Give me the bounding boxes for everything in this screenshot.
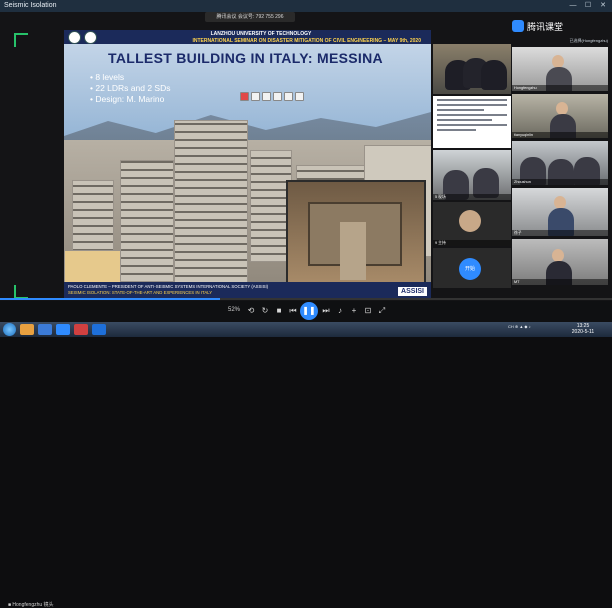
document-tile[interactable] — [433, 96, 511, 148]
messina-tower — [174, 120, 248, 292]
assisi-logo: ASSISI — [398, 287, 427, 296]
tile-caption: tianyuqinlin — [512, 132, 608, 138]
tile-caption: Zhoushun — [512, 179, 608, 185]
tile-caption: Hongfengzhu — [512, 85, 608, 91]
slide-university: LANZHOU UNIVERSITY OF TECHNOLOGY — [210, 31, 312, 37]
windows-taskbar: CH ⊕ ▲ ◆ ♪ 13:25 2020-5-11 — [0, 322, 612, 337]
doc-line — [437, 104, 507, 106]
tile-caption: 徐子 — [512, 230, 608, 236]
stop-icon[interactable]: ■ — [273, 305, 285, 317]
pen-icon[interactable] — [251, 92, 260, 101]
brand-icon — [512, 20, 524, 32]
close-icon[interactable]: ✕ — [596, 0, 610, 12]
more-icon[interactable] — [295, 92, 304, 101]
building — [120, 160, 174, 282]
avatar — [459, 210, 481, 232]
zoom-level[interactable]: 52% — [228, 307, 240, 313]
explorer-icon[interactable] — [20, 324, 34, 335]
meeting-app-icon[interactable] — [56, 324, 70, 335]
volume-icon[interactable]: ♪ — [334, 305, 346, 317]
pause-button[interactable]: ❚❚ — [300, 302, 318, 320]
brand-name: 腾讯课堂 — [527, 21, 564, 32]
doc-line — [437, 114, 507, 116]
annotation-toolbar — [240, 92, 304, 101]
fullscreen-icon[interactable]: ⤢ — [376, 305, 388, 317]
playback-bar: ■ Hongfengzhu 镜头 52% ⟲ ↻ ■ ⏮ ❚❚ ⏭ ♪ + ⊡ … — [0, 301, 612, 608]
video-tile[interactable]: 徐子 — [512, 188, 608, 236]
clock-date: 2020-5-11 — [571, 329, 595, 335]
video-tile[interactable]: MT — [512, 239, 608, 285]
maximize-icon[interactable]: ☐ — [581, 0, 595, 12]
seal-icon — [68, 31, 81, 44]
next-icon[interactable]: ⏭ — [320, 305, 332, 317]
bullet-item: Design: M. Marino — [90, 94, 170, 105]
seal-icon — [84, 31, 97, 44]
browser-icon[interactable] — [38, 324, 52, 335]
system-tray[interactable]: CH ⊕ ▲ ◆ ♪ — [508, 324, 531, 329]
record-icon[interactable] — [240, 92, 249, 101]
bullet-item: 22 LDRs and 2 SDs — [90, 83, 170, 94]
progress-fill — [0, 298, 221, 300]
participant — [481, 60, 507, 90]
photo-column — [340, 222, 366, 280]
eraser-icon[interactable] — [273, 92, 282, 101]
taskbar-clock[interactable]: 13:25 2020-5-11 — [567, 323, 599, 335]
video-tile[interactable]: tianyuqinlin — [512, 94, 608, 138]
rotate-icon[interactable]: ⟲ — [245, 305, 257, 317]
doc-line — [437, 109, 484, 111]
focus-corner-tl — [14, 33, 28, 47]
video-tile[interactable]: 9 主持 — [433, 202, 511, 246]
slide-title: TALLEST BUILDING IN ITALY: MESSINA — [108, 50, 383, 66]
window-titlebar: Seismic Isolation — ☐ ✕ — [0, 0, 612, 12]
crop-icon[interactable]: ⊡ — [362, 305, 374, 317]
blue-avatar: 开始 — [459, 258, 481, 280]
slide-seminar: INTERNATIONAL SEMINAR ON DISASTER MITIGA… — [192, 38, 421, 44]
video-column-middle: 5 现场 9 主持 开始 — [433, 44, 511, 288]
brand-logo: 腾讯课堂 — [512, 18, 563, 34]
doc-line — [437, 124, 507, 126]
app-icon[interactable] — [74, 324, 88, 335]
video-tile[interactable]: Hongfengzhu — [512, 47, 608, 91]
doc-line — [437, 119, 492, 121]
video-tile[interactable] — [433, 44, 511, 94]
playback-progress[interactable] — [0, 298, 612, 300]
meeting-info-bar[interactable]: 腾讯会议 会议号: 792 755 296 — [205, 12, 295, 22]
refresh-icon[interactable]: ↻ — [259, 305, 271, 317]
tile-caption: 5 现场 — [433, 194, 511, 200]
start-button[interactable] — [3, 323, 16, 336]
video-column-right: 已选择(Hongfengzhu) Hongfengzhu tianyuqinli… — [512, 38, 608, 296]
minimize-icon[interactable]: — — [566, 0, 580, 12]
slide-footer: PAOLO CLEMENTE – PRESIDENT OF ANTI-SEISM… — [64, 282, 431, 298]
text-icon[interactable] — [284, 92, 293, 101]
footer-talk-title: SEISMIC ISOLATION: STATE-OF-THE-ART AND … — [68, 290, 213, 295]
isolator-photo — [286, 180, 426, 284]
video-tile[interactable]: 开始 — [433, 248, 511, 288]
shared-slide: LANZHOU UNIVERSITY OF TECHNOLOGY INTERNA… — [64, 30, 431, 298]
video-tile[interactable]: Zhoushun — [512, 141, 608, 185]
selected-header: 已选择(Hongfengzhu) — [569, 38, 608, 43]
tile-caption: 9 主持 — [433, 240, 511, 246]
status-text: ■ Hongfengzhu 镜头 — [8, 602, 54, 608]
window-title: Seismic Isolation — [4, 2, 57, 9]
doc-line — [437, 129, 476, 131]
video-tile[interactable]: 5 现场 — [433, 150, 511, 200]
focus-corner-bl — [14, 285, 28, 299]
doc-line — [437, 99, 507, 101]
word-icon[interactable] — [92, 324, 106, 335]
bullet-item: 8 levels — [90, 72, 170, 83]
zoom-in-icon[interactable]: + — [348, 305, 360, 317]
arrow-icon[interactable] — [262, 92, 271, 101]
slide-seals — [68, 31, 97, 44]
slide-bullets: 8 levels 22 LDRs and 2 SDs Design: M. Ma… — [90, 72, 170, 105]
tile-caption: MT — [512, 279, 608, 285]
prev-icon[interactable]: ⏮ — [287, 305, 299, 317]
